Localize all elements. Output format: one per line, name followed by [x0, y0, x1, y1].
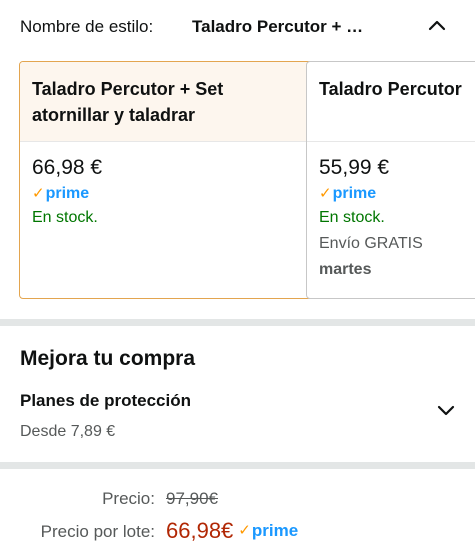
product-page: Nombre de estilo: Taladro Percutor + … T… [0, 0, 475, 554]
upgrade-section-title: Mejora tu compra [20, 347, 196, 370]
prime-check-icon: ✓ [238, 522, 251, 539]
protection-plans-title: Planes de protección [20, 391, 191, 410]
style-label: Nombre de estilo: [20, 17, 154, 36]
section-divider [0, 462, 475, 469]
protection-plans-from-price: Desde 7,89 € [20, 423, 116, 440]
style-option-card[interactable]: Taladro Percutor 55,99 € ✓ prime En stoc… [306, 61, 475, 299]
shipping-info: Envío GRATIS [319, 235, 423, 252]
option-details: 55,99 € ✓ prime En stock. Envío GRATIS m… [307, 142, 475, 281]
style-option-card-selected[interactable]: Taladro Percutor + Set atornillar y tala… [19, 61, 315, 299]
option-title-area: Taladro Percutor + Set atornillar y tala… [20, 62, 314, 142]
chevron-up-icon[interactable] [424, 14, 450, 36]
lot-price-label: Precio por lote: [40, 522, 155, 541]
option-title-line1: Taladro Percutor [319, 79, 462, 99]
option-details: 66,98 € ✓ prime En stock. [20, 142, 314, 229]
option-price: 55,99 € [319, 156, 390, 179]
list-price-row: Precio: 97,90€ [0, 487, 475, 515]
option-price: 66,98 € [32, 156, 103, 179]
option-title-area: Taladro Percutor [307, 62, 475, 142]
prime-badge: ✓ prime [238, 521, 298, 541]
stock-status: En stock. [32, 209, 98, 226]
prime-badge: ✓ prime [32, 184, 302, 204]
prime-badge: ✓ prime [319, 184, 475, 204]
section-divider [0, 319, 475, 326]
style-selector-header[interactable]: Nombre de estilo: Taladro Percutor + … [0, 0, 475, 54]
list-price-label: Precio: [102, 489, 155, 508]
stock-status: En stock. [319, 209, 385, 226]
prime-label: prime [332, 185, 377, 202]
chevron-down-icon[interactable] [434, 400, 458, 420]
prime-label: prime [45, 185, 90, 202]
lot-price-row: Precio por lote: 66,98€ ✓ prime [0, 517, 475, 545]
prime-check-icon: ✓ [319, 185, 332, 202]
option-title-line2: atornillar y taladrar [32, 105, 196, 125]
style-selected-value: Taladro Percutor + … [192, 17, 364, 36]
list-price-value: 97,90€ [166, 489, 218, 508]
prime-check-icon: ✓ [32, 185, 45, 202]
lot-price-group: 66,98€ ✓ prime [166, 518, 298, 544]
option-title-line1: Taladro Percutor + Set [32, 79, 224, 99]
shipping-day: martes [319, 261, 372, 278]
prime-label: prime [251, 521, 299, 540]
protection-plans-row[interactable]: Planes de protección Desde 7,89 € [0, 383, 475, 453]
lot-price-value: 66,98€ [166, 518, 234, 543]
